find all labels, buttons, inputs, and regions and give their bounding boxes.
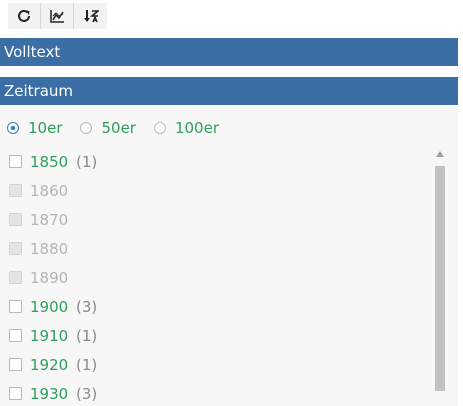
chart-icon	[50, 10, 64, 23]
year-link[interactable]: 1850	[30, 153, 76, 171]
checkbox[interactable]	[9, 358, 22, 371]
count-label: (1)	[76, 355, 98, 374]
list-item: 1890	[0, 263, 432, 292]
list-item: 1880	[0, 234, 432, 263]
year-link[interactable]: 1930	[30, 385, 76, 403]
count-label: (3)	[76, 297, 98, 316]
count-label: (1)	[76, 326, 98, 345]
list-item[interactable]: 1900 (3)	[0, 292, 432, 321]
year-label: 1890	[30, 268, 69, 287]
granularity-radio-group: 10er 50er 100er	[0, 115, 237, 141]
checkbox[interactable]	[9, 329, 22, 342]
year-label: 1880	[30, 239, 69, 258]
list-item[interactable]: 1930 (3)	[0, 379, 432, 406]
year-label: 1860	[30, 181, 69, 200]
toolbar	[8, 3, 107, 29]
radio-label[interactable]: 10er	[28, 119, 62, 137]
list-item[interactable]: 1920 (1)	[0, 350, 432, 379]
scroll-up-arrow-icon[interactable]	[436, 151, 444, 157]
list-scrollbar[interactable]	[433, 151, 447, 406]
zeitraum-panel: 10er 50er 100er 1850 (1) 1860 1870 1880 …	[0, 105, 458, 406]
checkbox	[9, 213, 22, 226]
section-header-zeitraum[interactable]: Zeitraum	[0, 77, 458, 105]
count-label: (3)	[76, 384, 98, 403]
count-label: (1)	[76, 152, 98, 171]
refresh-icon	[18, 9, 30, 22]
year-link[interactable]: 1900	[30, 298, 76, 316]
year-list: 1850 (1) 1860 1870 1880 1890 1900 (3) 19…	[0, 147, 432, 406]
checkbox	[9, 271, 22, 284]
year-link[interactable]: 1920	[30, 356, 76, 374]
section-header-volltext[interactable]: Volltext	[0, 38, 458, 66]
radio-button-icon[interactable]	[80, 122, 93, 134]
checkbox[interactable]	[9, 387, 22, 400]
sort-desc-button[interactable]	[74, 3, 107, 29]
radio-label[interactable]: 50er	[101, 119, 135, 137]
checkbox[interactable]	[9, 155, 22, 168]
checkbox[interactable]	[9, 300, 22, 313]
scrollbar-thumb[interactable]	[435, 166, 445, 391]
checkbox	[9, 184, 22, 197]
list-item[interactable]: 1910 (1)	[0, 321, 432, 350]
chart-button[interactable]	[41, 3, 74, 29]
list-item[interactable]: 1850 (1)	[0, 147, 432, 176]
refresh-button[interactable]	[8, 3, 41, 29]
radio-button-icon[interactable]	[153, 122, 166, 134]
list-item: 1860	[0, 176, 432, 205]
radio-10er[interactable]: 10er	[7, 119, 62, 137]
year-label: 1870	[30, 210, 69, 229]
radio-50er[interactable]: 50er	[80, 119, 136, 137]
list-item: 1870	[0, 205, 432, 234]
radio-100er[interactable]: 100er	[153, 119, 219, 137]
sort-desc-icon	[83, 10, 99, 23]
year-link[interactable]: 1910	[30, 327, 76, 345]
checkbox	[9, 242, 22, 255]
radio-button-icon[interactable]	[7, 122, 19, 134]
radio-label[interactable]: 100er	[175, 119, 219, 137]
